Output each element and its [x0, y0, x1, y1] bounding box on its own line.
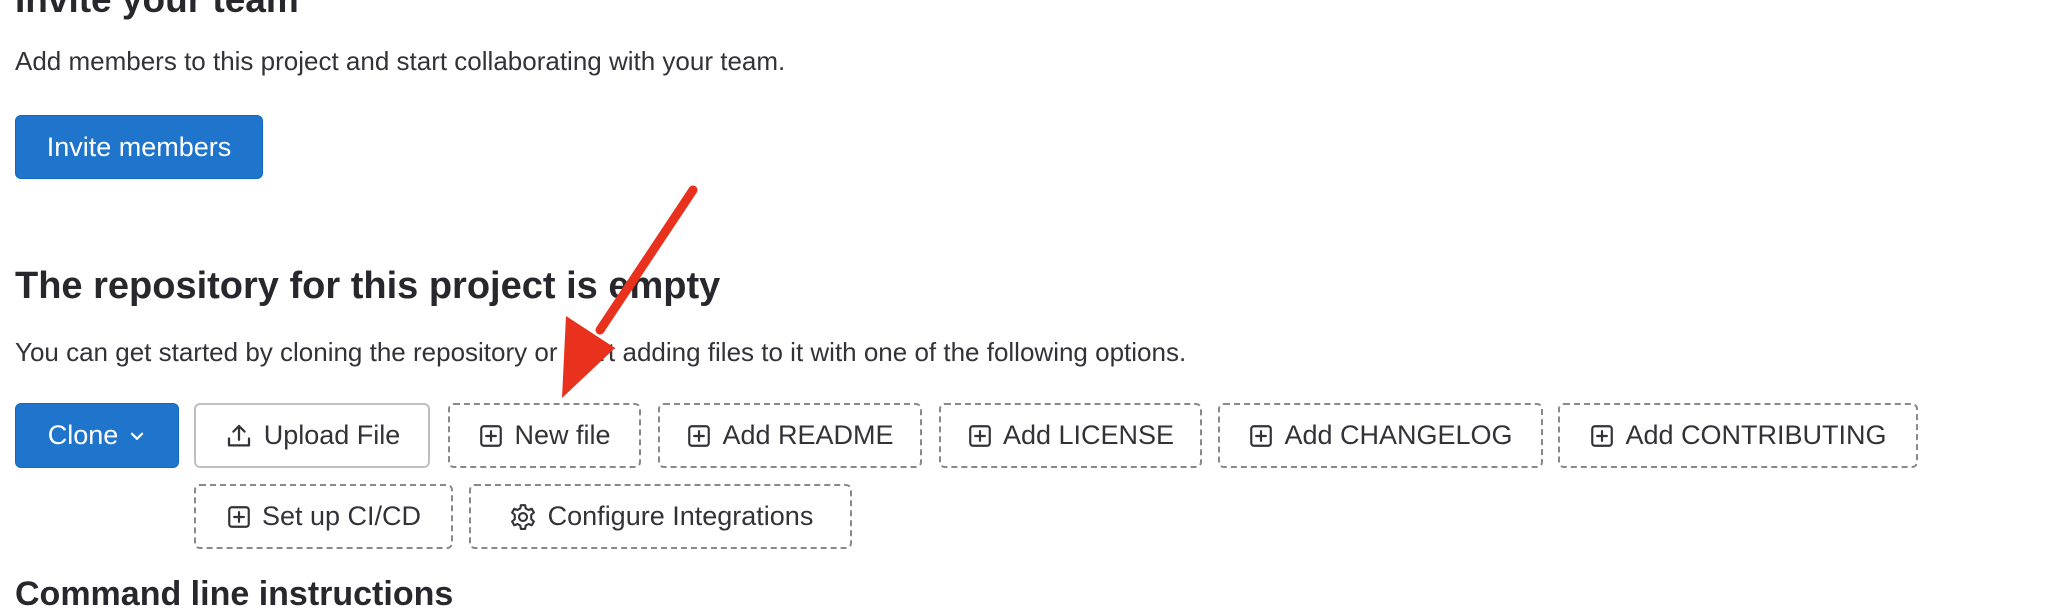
configure-integrations-label: Configure Integrations [547, 501, 814, 531]
upload-icon [224, 421, 254, 451]
new-file-label: New file [514, 420, 611, 450]
add-contributing-button[interactable]: Add CONTRIBUTING [1558, 403, 1918, 468]
command-line-instructions-title: Command line instructions [15, 575, 454, 608]
add-readme-label: Add README [722, 420, 894, 450]
plus-square-icon [1248, 423, 1274, 449]
add-changelog-label: Add CHANGELOG [1284, 420, 1513, 450]
new-file-button[interactable]: New file [448, 403, 641, 468]
add-license-button[interactable]: Add LICENSE [939, 403, 1202, 468]
add-changelog-button[interactable]: Add CHANGELOG [1218, 403, 1543, 468]
clone-label: Clone [47, 420, 119, 450]
plus-square-icon [967, 423, 993, 449]
configure-integrations-button[interactable]: Configure Integrations [469, 484, 852, 549]
add-license-label: Add LICENSE [1002, 420, 1175, 450]
upload-file-button[interactable]: Upload File [194, 403, 430, 468]
empty-project-page: Invite your team Add members to this pro… [0, 0, 2064, 608]
upload-file-label: Upload File [263, 420, 401, 450]
repository-empty-description: You can get started by cloning the repos… [15, 337, 1187, 367]
setup-cicd-button[interactable]: Set up CI/CD [194, 484, 453, 549]
plus-square-icon [686, 423, 712, 449]
add-readme-button[interactable]: Add README [658, 403, 922, 468]
gear-icon [508, 502, 538, 532]
plus-square-icon [1589, 423, 1615, 449]
plus-square-icon [478, 423, 504, 449]
invite-team-title: Invite your team [15, 0, 299, 22]
chevron-down-icon [128, 427, 146, 445]
clone-dropdown-button[interactable]: Clone [15, 403, 179, 468]
add-contributing-label: Add CONTRIBUTING [1625, 420, 1887, 450]
invite-members-button[interactable]: Invite members [15, 115, 263, 179]
setup-cicd-label: Set up CI/CD [261, 501, 422, 531]
repository-empty-title: The repository for this project is empty [15, 265, 721, 307]
invite-members-label: Invite members [46, 131, 232, 162]
plus-square-icon [226, 504, 252, 530]
invite-team-description: Add members to this project and start co… [15, 46, 786, 76]
